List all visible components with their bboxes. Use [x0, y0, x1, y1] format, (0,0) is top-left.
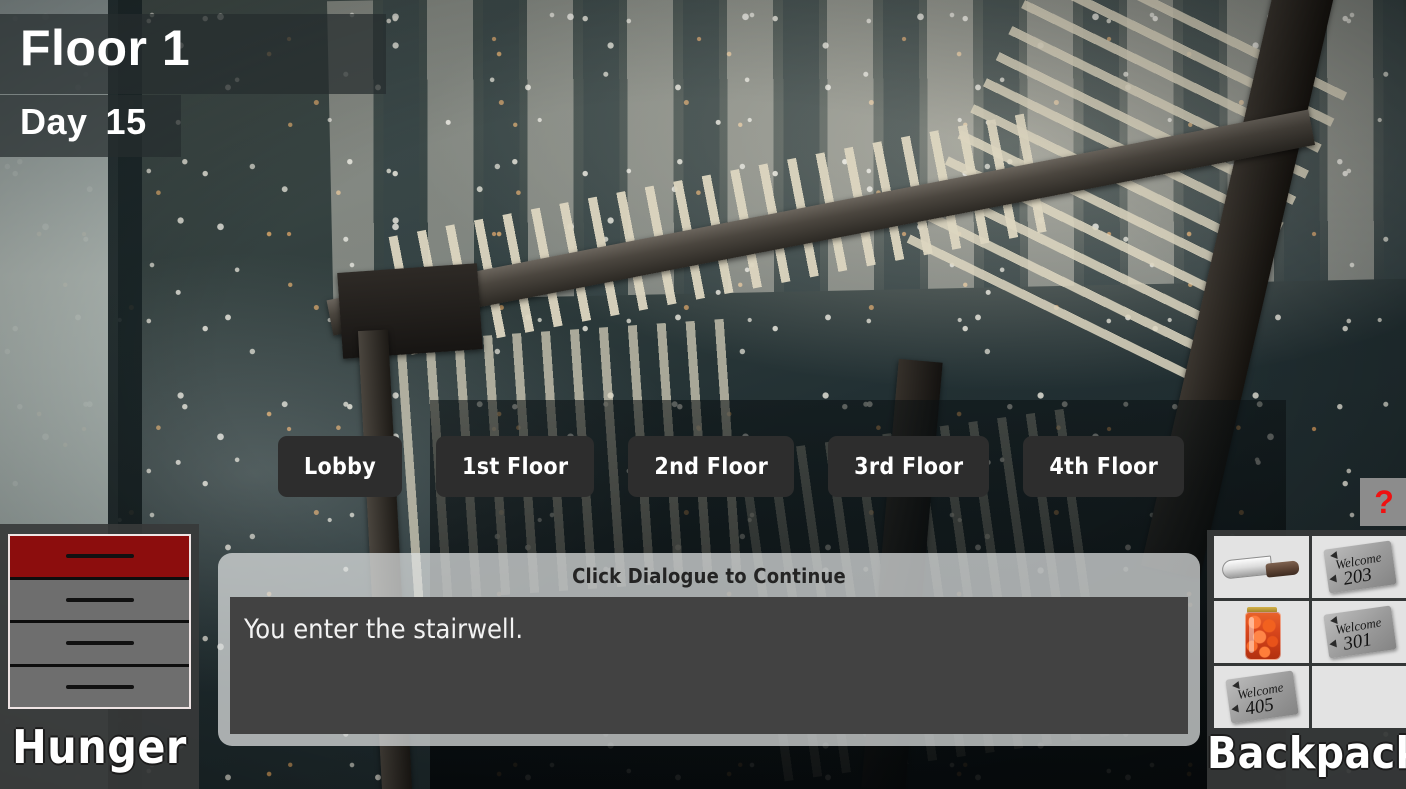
- game-screen: Floor 1 Day 15 Lobby 1st Floor 2nd Floor …: [0, 0, 1406, 789]
- hunger-segment-3: [10, 623, 189, 667]
- keycard-number: 301: [1341, 629, 1374, 655]
- backpack-label: Backpack: [1207, 728, 1406, 779]
- day-word: Day: [20, 101, 88, 142]
- floor-button-3rd[interactable]: 3rd Floor: [828, 436, 990, 497]
- tomato-jar-icon: [1245, 612, 1281, 660]
- hunger-segment-1: [10, 536, 189, 580]
- backpack-slot-keycard-203[interactable]: Welcome 203: [1312, 536, 1406, 598]
- keycard-icon: Welcome 203: [1323, 540, 1397, 594]
- hunger-segment-2: [10, 579, 189, 623]
- hunger-segment-4: [10, 666, 189, 707]
- backpack-grid: Welcome 203 Welcome 301 Welcome 405: [1214, 536, 1406, 728]
- dialogue-header: Click Dialogue to Continue: [572, 564, 846, 588]
- hunger-meter[interactable]: [8, 534, 191, 709]
- hunger-label: Hunger: [12, 720, 187, 774]
- floor-button-4th[interactable]: 4th Floor: [1023, 436, 1185, 497]
- knife-handle-icon: [1265, 560, 1300, 578]
- keycard-arrow-icon: [1230, 704, 1239, 714]
- backpack-slot-knife[interactable]: [1214, 536, 1309, 598]
- floor-navigation: Lobby 1st Floor 2nd Floor 3rd Floor 4th …: [278, 436, 1185, 497]
- floor-label: Floor 1: [20, 20, 191, 76]
- backpack-slot-keycard-405[interactable]: Welcome 405: [1214, 666, 1309, 728]
- help-question-icon[interactable]: ?: [1360, 478, 1406, 526]
- hunger-panel: Hunger: [0, 524, 199, 789]
- floor-button-lobby[interactable]: Lobby: [278, 436, 403, 497]
- floor-button-1st[interactable]: 1st Floor: [436, 436, 595, 497]
- keycard-icon: Welcome 405: [1225, 670, 1299, 724]
- day-label: Day 15: [20, 102, 147, 142]
- floor-button-2nd[interactable]: 2nd Floor: [628, 436, 795, 497]
- keycard-arrow-icon: [1328, 574, 1337, 584]
- backpack-panel: Welcome 203 Welcome 301 Welcome 405 Back…: [1207, 530, 1406, 789]
- keycard-icon: Welcome 301: [1323, 605, 1397, 659]
- dialogue-panel: Click Dialogue to Continue You enter the…: [218, 553, 1200, 746]
- dialogue-box[interactable]: You enter the stairwell.: [230, 597, 1188, 734]
- backpack-slot-keycard-301[interactable]: Welcome 301: [1312, 601, 1406, 663]
- keycard-number: 203: [1341, 564, 1374, 590]
- keycard-number: 405: [1243, 694, 1276, 720]
- backpack-slot-empty: [1312, 666, 1406, 728]
- dialogue-text: You enter the stairwell.: [244, 614, 524, 645]
- keycard-arrow-icon: [1328, 639, 1337, 649]
- day-number: 15: [105, 101, 147, 142]
- backpack-slot-tomato-jar[interactable]: [1214, 601, 1309, 663]
